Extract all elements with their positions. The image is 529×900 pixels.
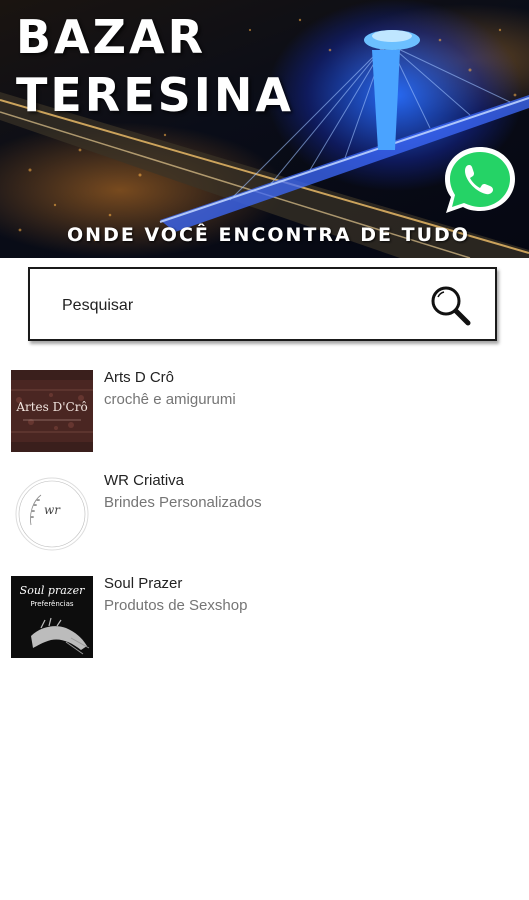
list-item[interactable]: Artes D'Crô Arts D Crô crochê e amigurum…: [0, 360, 529, 463]
header-banner: BAZAR TERESINA ONDE VOCÊ ENCONTRA DE TUD…: [0, 0, 529, 258]
store-name: Soul Prazer: [104, 575, 183, 592]
app-title-line1: BAZAR: [16, 10, 207, 64]
store-logo-text: Artes D'Crô: [16, 400, 88, 414]
tagline: ONDE VOCÊ ENCONTRA DE TUDO: [67, 224, 470, 246]
store-name: WR Criativa: [104, 472, 185, 489]
app-title-line2: TERESINA: [16, 68, 294, 122]
store-name: Arts D Crô: [104, 369, 175, 386]
store-description: Brindes Personalizados: [104, 494, 262, 511]
store-description: crochê e amigurumi: [104, 391, 236, 408]
list-item[interactable]: Soul prazer Preferências Soul Prazer Pro…: [0, 566, 529, 669]
store-logo-soul-prazer: Soul prazer Preferências: [11, 576, 93, 658]
store-logo-subtext: Preferências: [30, 600, 74, 608]
store-logo-text: wr: [43, 503, 60, 517]
store-description: Produtos de Sexshop: [104, 597, 248, 614]
store-logo-wr-criativa: wr: [11, 473, 93, 555]
list-item[interactable]: wr WR Criativa Brindes Personalizados: [0, 463, 529, 566]
store-logo-arts-d-cro: Artes D'Crô: [11, 370, 93, 452]
search-icon[interactable]: [428, 283, 472, 327]
search-bar[interactable]: [28, 267, 497, 341]
whatsapp-icon: [445, 147, 515, 213]
app-title: BAZAR TERESINA: [16, 8, 294, 124]
store-logo-text: Soul prazer: [19, 584, 85, 597]
whatsapp-button[interactable]: [440, 143, 520, 217]
search-input[interactable]: [60, 289, 404, 323]
store-list: Artes D'Crô Arts D Crô crochê e amigurum…: [0, 360, 529, 669]
